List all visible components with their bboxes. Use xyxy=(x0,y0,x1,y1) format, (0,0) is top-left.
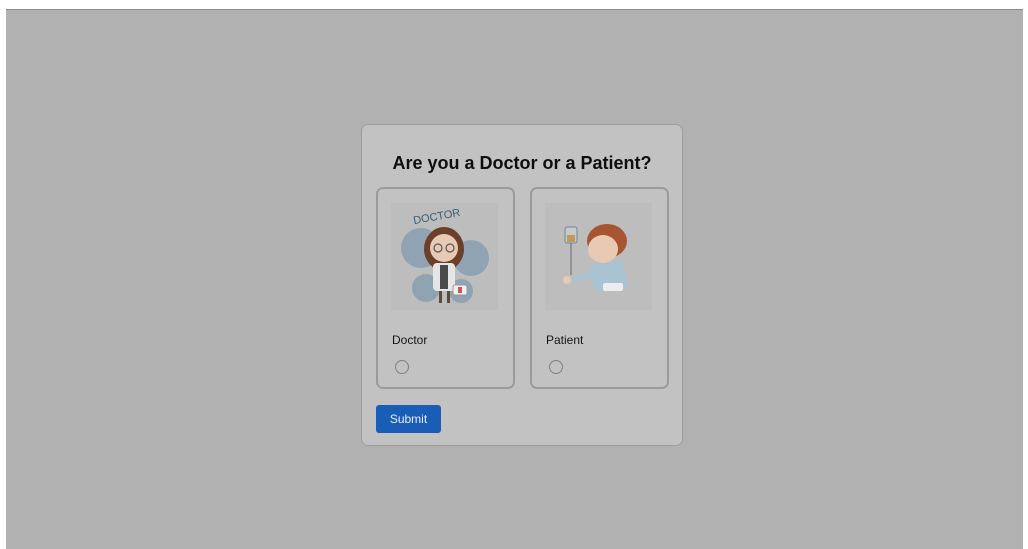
patient-option-label: Patient xyxy=(546,333,584,347)
doctor-option-card[interactable]: DOCTOR Doctor xyxy=(376,187,515,389)
submit-button[interactable]: Submit xyxy=(376,405,441,433)
page-overlay: Are you a Doctor or a Patient? DOCTOR Do… xyxy=(6,9,1023,549)
doctor-radio[interactable] xyxy=(395,360,409,374)
patient-illustration xyxy=(545,203,652,310)
patient-option-card[interactable]: Patient xyxy=(530,187,669,389)
role-selection-dialog: Are you a Doctor or a Patient? DOCTOR Do… xyxy=(361,124,683,446)
doctor-illustration: DOCTOR xyxy=(391,203,498,310)
patient-radio[interactable] xyxy=(549,360,563,374)
dialog-title: Are you a Doctor or a Patient? xyxy=(392,153,652,173)
doctor-option-label: Doctor xyxy=(392,333,428,347)
